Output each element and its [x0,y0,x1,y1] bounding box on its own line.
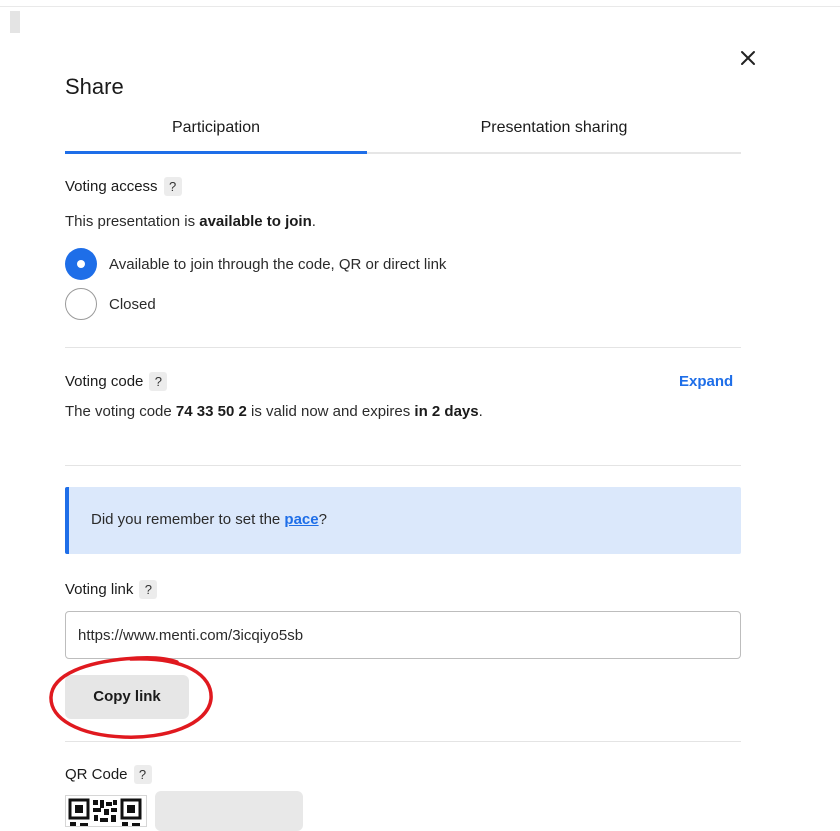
code-text-prefix: The voting code [65,403,176,420]
voting-code-description: The voting code 74 33 50 2 is valid now … [65,403,483,420]
divider [65,465,741,466]
voting-link-label: Voting link [65,581,134,598]
qr-code-help-icon[interactable]: ? [133,765,152,784]
status-suffix: . [311,213,316,230]
radio-available-label: Available to join through the code, QR o… [109,255,447,273]
radio-closed[interactable]: Closed [65,288,156,320]
voting-link-input[interactable] [65,611,741,659]
code-expiry: in 2 days [414,403,479,420]
qr-code-action-button[interactable] [155,791,303,831]
resize-grip[interactable] [10,11,20,33]
top-border [0,6,840,7]
close-icon[interactable] [736,46,760,70]
voting-code-value: 74 33 50 2 [175,403,247,420]
voting-code-help-icon[interactable]: ? [149,372,168,391]
active-tab-indicator [65,151,367,154]
banner-text: Did you remember to set the pace? [91,511,327,528]
voting-code-label: Voting code [65,373,144,390]
voting-link-heading: Voting link ? [65,580,158,599]
voting-code-heading: Voting code ? [65,372,168,391]
expand-link[interactable]: Expand [679,373,733,390]
code-text-suffix: . [478,403,483,420]
radio-available[interactable]: Available to join through the code, QR o… [65,248,446,280]
tab-presentation-sharing[interactable]: Presentation sharing [367,112,741,152]
qr-code-heading: QR Code ? [65,765,152,784]
status-prefix: This presentation is [65,213,200,230]
divider [65,741,741,742]
banner-suffix: ? [318,511,327,528]
pace-link[interactable]: pace [284,511,318,528]
voting-access-status: This presentation is available to join. [65,213,316,230]
voting-access-label: Voting access [65,178,158,195]
voting-access-heading: Voting access ? [65,177,182,196]
dialog-title: Share [65,74,124,99]
radio-closed-label: Closed [109,295,156,313]
status-value: available to join [199,213,312,230]
qr-code-image [65,795,147,827]
radio-unselected-icon[interactable] [65,288,97,320]
code-text-middle: is valid now and expires [246,403,415,420]
red-circle-annotation [49,656,213,739]
tab-bar: Participation Presentation sharing [65,112,741,154]
divider [65,347,741,348]
voting-link-help-icon[interactable]: ? [139,580,158,599]
banner-prefix: Did you remember to set the [91,511,285,528]
voting-access-help-icon[interactable]: ? [163,177,182,196]
pace-reminder-banner: Did you remember to set the pace? [65,487,741,554]
radio-selected-icon[interactable] [65,248,97,280]
qr-code-label: QR Code [65,766,128,783]
tab-participation[interactable]: Participation [65,112,367,152]
